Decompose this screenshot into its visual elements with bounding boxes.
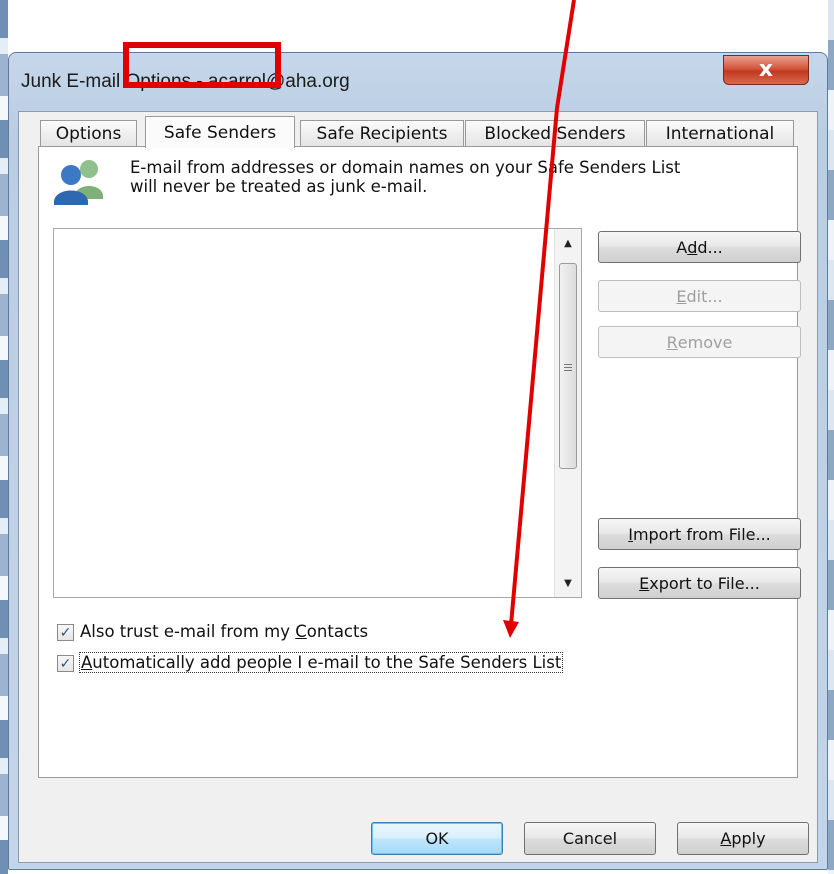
- tab-options[interactable]: Options: [40, 120, 137, 146]
- trust-contacts-label[interactable]: Also trust e-mail from my Contacts: [80, 622, 368, 641]
- apply-button[interactable]: Apply: [677, 822, 809, 855]
- remove-label-post: emove: [677, 332, 733, 352]
- contacts-label-key: C: [295, 622, 307, 641]
- auto-add-label-post: utomatically add people I e-mail to the …: [92, 653, 562, 672]
- grip-icon: [564, 364, 572, 365]
- export-to-file-button[interactable]: Export to File...: [598, 567, 801, 599]
- apply-label-key: A: [720, 829, 732, 848]
- checkmark-icon: ✓: [59, 624, 72, 641]
- tab-safe-senders[interactable]: Safe Senders: [145, 116, 295, 148]
- auto-add-label[interactable]: Automatically add people I e-mail to the…: [79, 652, 564, 673]
- checkmark-icon: ✓: [59, 655, 72, 672]
- scroll-down-arrow-icon[interactable]: ▼: [555, 571, 581, 595]
- auto-add-checkbox[interactable]: ✓: [57, 655, 74, 672]
- description-line-2: will never be treated as junk e-mail.: [130, 177, 428, 196]
- close-button[interactable]: x: [723, 55, 809, 85]
- list-scrollbar[interactable]: ▲ ▼: [554, 229, 581, 597]
- annotation-highlight-box: [123, 42, 281, 88]
- cancel-button[interactable]: Cancel: [524, 822, 656, 855]
- auto-add-label-key: A: [81, 653, 93, 672]
- tab-international[interactable]: International: [646, 120, 794, 146]
- add-label-pre: A: [676, 237, 688, 257]
- import-from-file-button[interactable]: Import from File...: [598, 518, 801, 550]
- contacts-label-post: ontacts: [306, 622, 369, 641]
- edit-label-post: dit...: [686, 286, 723, 306]
- ok-button[interactable]: OK: [371, 822, 503, 855]
- description-line-1: E-mail from addresses or domain names on…: [130, 158, 681, 177]
- add-label-key: d: [687, 237, 698, 257]
- close-icon: x: [758, 57, 774, 82]
- export-label-post: xport to File...: [649, 573, 760, 593]
- remove-button[interactable]: Remove: [598, 326, 801, 358]
- tab-safe-recipients[interactable]: Safe Recipients: [300, 120, 464, 146]
- import-label-post: mport from File...: [632, 524, 771, 544]
- background-window-edge-right: [828, 0, 834, 874]
- apply-label-post: pply: [731, 829, 766, 848]
- add-label-post: d...: [697, 237, 723, 257]
- scroll-up-arrow-icon[interactable]: ▲: [555, 231, 581, 255]
- contacts-label-pre: Also trust e-mail from my: [80, 622, 296, 641]
- edit-label-key: E: [676, 286, 687, 306]
- tab-blocked-senders[interactable]: Blocked Senders: [465, 120, 645, 146]
- add-button[interactable]: Ad d...: [598, 231, 801, 263]
- remove-label-key: R: [666, 332, 678, 352]
- scrollbar-thumb[interactable]: [559, 263, 577, 469]
- trust-contacts-checkbox[interactable]: ✓: [57, 624, 74, 641]
- export-label-key: E: [639, 573, 650, 593]
- background-window-edge: [0, 0, 8, 874]
- edit-button[interactable]: Edit...: [598, 280, 801, 312]
- safe-senders-list[interactable]: ▲ ▼: [53, 228, 582, 598]
- safe-senders-description: E-mail from addresses or domain names on…: [130, 158, 780, 196]
- people-icon: [54, 160, 103, 205]
